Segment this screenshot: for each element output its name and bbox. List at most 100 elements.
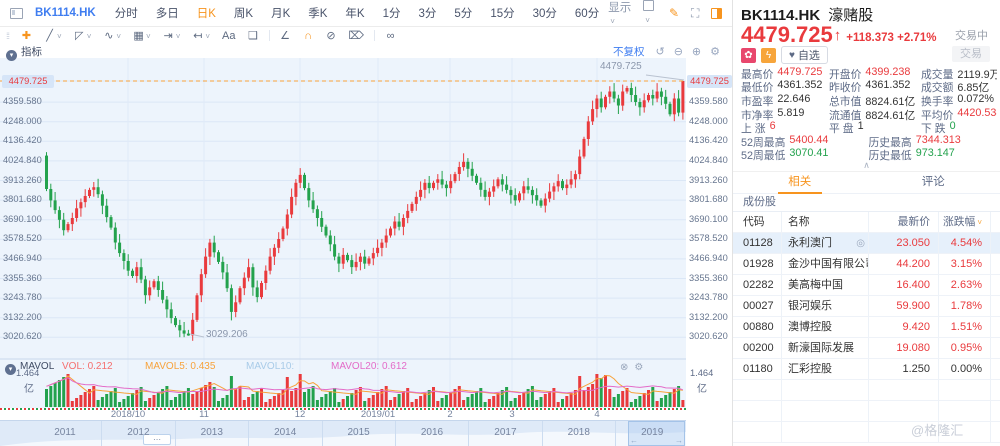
stock-row-01180[interactable]: 01180汇彩控股1.2500.00% [733, 359, 1000, 380]
y-axis-label-left: 3020.620 [3, 331, 42, 341]
adjust-mode-link[interactable]: 不复权 [613, 44, 645, 59]
extend-right-tool[interactable]: ⇥˅ [163, 29, 181, 42]
y-axis-label-right: 3466.940 [689, 253, 728, 263]
y-axis-label-right: 3020.620 [689, 331, 728, 341]
trendline-tool[interactable]: ╱˅ [44, 29, 62, 42]
timeframe-list: 分时 多日 日K 周K 月K 季K 年K 1分 3分 5分 15分 30分 60分 [106, 5, 608, 21]
column-header[interactable]: 最新价 [869, 212, 939, 232]
timeframe-月K[interactable]: 月K [271, 5, 290, 21]
drawing-tools: ✚ ╱˅ ◸˅ ∿˅ ▦˅ ⇥˅ ↤˅ Aa ❑ ∠ ∩ ⊘ ⌦ ∞ [15, 29, 402, 42]
stock-row-00200[interactable]: 00200新濠国际发展19.0800.95% [733, 338, 1000, 359]
y-axis-label-right: 4359.580 [689, 96, 728, 106]
column-header[interactable]: 代码 [733, 212, 782, 232]
stock-pct: 0.95% [939, 338, 991, 358]
volume-pane-icons: ⊗ ⚙ [620, 362, 643, 373]
y-axis-label-left: 3355.360 [3, 273, 42, 283]
volume-unit-left: 亿 [24, 380, 34, 395]
navigator-year-2017: 2017 [494, 427, 516, 438]
y-axis-label-left: 3466.940 [3, 253, 42, 263]
window-icon[interactable] [10, 8, 23, 19]
timeframe-3分[interactable]: 3分 [419, 5, 437, 21]
timeframe-年K[interactable]: 年K [345, 5, 364, 21]
y-axis-label-left: 3913.260 [3, 175, 42, 185]
chart-header-right: 不复权 ↺ ⊖ ⊕ ⚙ [613, 44, 720, 59]
timeframe-30分[interactable]: 30分 [533, 5, 557, 21]
timeframe-60分[interactable]: 60分 [575, 5, 599, 21]
undo-icon[interactable]: ↺ [655, 45, 664, 58]
indicator-button[interactable]: ▾指标 [6, 42, 42, 61]
display-menu[interactable]: 显示˅ [608, 0, 631, 27]
timeframe-5分[interactable]: 5分 [454, 5, 472, 21]
wave-tool[interactable]: ∿˅ [103, 29, 121, 42]
eye-icon: ◎ [856, 233, 865, 253]
y-axis-label-left: 4024.840 [3, 155, 42, 165]
range-handle-right[interactable]: → [675, 436, 683, 445]
stock-row-00880[interactable]: 00880澳博控股9.4201.51% [733, 317, 1000, 338]
stock-code: 01928 [733, 254, 782, 274]
column-header[interactable]: 涨跌幅˅ [939, 212, 991, 232]
delete-drawings-tool[interactable]: ⌦ [349, 29, 365, 42]
timeline-navigator[interactable]: ← → ⋯ 2011201220132014201520162017201820… [0, 420, 686, 446]
x-axis-date-label: 3 [509, 409, 514, 420]
stock-row-02282[interactable]: 02282美高梅中国16.4002.63% [733, 275, 1000, 296]
hide-drawings-tool[interactable]: ⊘ [326, 29, 337, 42]
shape-tool[interactable]: ◸˅ [74, 29, 92, 42]
chart-header: ▾指标 不复权 ↺ ⊖ ⊕ ⚙ [0, 44, 732, 58]
link-charts-tool[interactable]: ∞ [385, 30, 396, 42]
stock-name: 银河娱乐 [782, 296, 869, 316]
comment-tool[interactable]: ❑ [248, 29, 259, 42]
timeframe-15分[interactable]: 15分 [490, 5, 514, 21]
toolbar-grip[interactable]: ⁞⁞ [6, 31, 9, 41]
timeframe-多日[interactable]: 多日 [156, 5, 179, 21]
stock-code: 01128 [733, 233, 782, 253]
stock-code: 01180 [733, 359, 782, 379]
collapse-stats-button[interactable]: ∧ [733, 160, 1000, 171]
timeframe-周K[interactable]: 周K [234, 5, 253, 21]
stock-name: 美高梅中国 [782, 275, 869, 295]
add-watchlist-button[interactable]: ♥ 自选 [781, 46, 828, 64]
y-axis-label-left: 3690.100 [3, 214, 42, 224]
right-panel-toggle-icon[interactable] [711, 8, 722, 19]
quote-price-row: 4479.725 ↑ +118.373 +2.71% [741, 23, 936, 47]
settings-icon[interactable]: ⚙ [710, 45, 720, 58]
market-status: 交易中 [955, 27, 988, 43]
timeframe-日K[interactable]: 日K [197, 5, 216, 21]
indicator-settings-icon[interactable]: ⚙ [634, 362, 643, 373]
candlestick-chart-svg[interactable] [0, 58, 732, 408]
timeframe-1分[interactable]: 1分 [383, 5, 401, 21]
trade-button[interactable]: 交易 [952, 46, 990, 62]
move-tool[interactable]: ✚ [21, 29, 32, 42]
drawing-toolbar: ⁞⁞ ✚ ╱˅ ◸˅ ∿˅ ▦˅ ⇥˅ ↤˅ Aa ❑ ∠ ∩ ⊘ ⌦ ∞ [0, 27, 732, 44]
range-handle-left[interactable]: ← [630, 436, 638, 445]
stock-name: 汇彩控股 [782, 359, 869, 379]
x-axis-date-label: 11 [199, 409, 209, 420]
zoom-in-icon[interactable]: ⊕ [692, 45, 701, 58]
y-axis-label-right: 3801.680 [689, 194, 728, 204]
tab-相关[interactable]: 相关 [733, 172, 867, 193]
last-price: 4479.725 [741, 23, 833, 47]
y-axis-label-left: 4359.580 [3, 96, 42, 106]
stock-row-01928[interactable]: 01928金沙中国有限公司44.2003.15% [733, 254, 1000, 275]
extend-left-tool[interactable]: ↤˅ [192, 29, 210, 42]
topbar-right-controls: 显示˅ ˅ ✎ ⛶ [608, 0, 722, 27]
stock-row-01128[interactable]: 01128永利澳门◎23.0504.54% [733, 233, 1000, 254]
tab-评论[interactable]: 评论 [867, 172, 1000, 193]
draw-icon[interactable]: ✎ [669, 6, 679, 20]
indicator-icon: ▾ [6, 50, 17, 61]
stock-row-00027[interactable]: 00027银河娱乐59.9001.78% [733, 296, 1000, 317]
chart-style-menu[interactable]: ˅ [643, 0, 657, 26]
stock-price: 9.420 [869, 317, 939, 337]
angle-tool[interactable]: ∠ [280, 29, 291, 42]
close-indicator-icon[interactable]: ⊗ [620, 362, 628, 373]
column-header[interactable]: 名称 [782, 212, 869, 232]
fullscreen-icon[interactable]: ⛶ [691, 6, 699, 21]
timeframe-季K[interactable]: 季K [308, 5, 327, 21]
magnet-tool[interactable]: ∩ [303, 30, 314, 42]
text-tool[interactable]: Aa [222, 30, 235, 42]
pattern-tool[interactable]: ▦˅ [133, 29, 151, 42]
mavol-icon: ▾ [5, 364, 16, 375]
timeframe-分时[interactable]: 分时 [115, 5, 138, 21]
stock-price: 1.250 [869, 359, 939, 379]
zoom-out-icon[interactable]: ⊖ [674, 45, 683, 58]
watermark: @格隆汇 [911, 420, 963, 439]
